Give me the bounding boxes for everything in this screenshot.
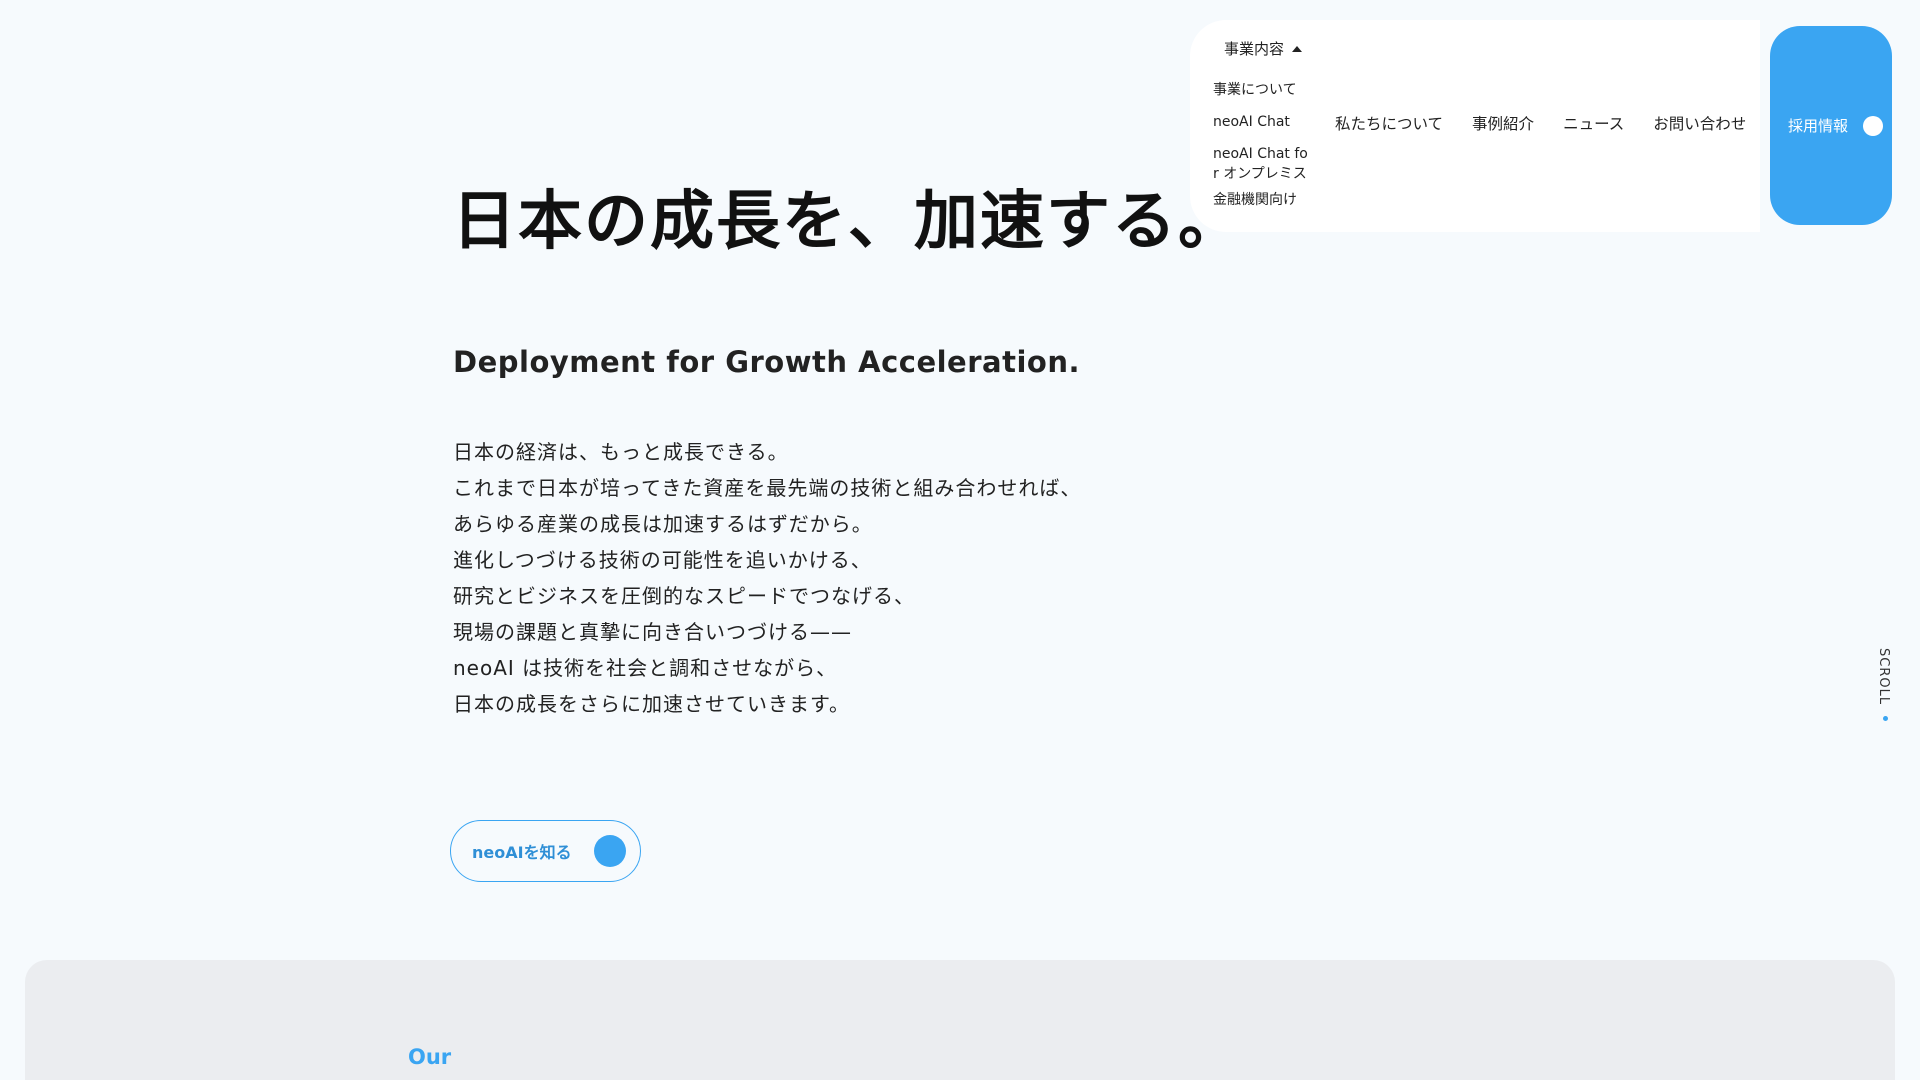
hero-body-line: あらゆる産業の成長は加速するはずだから。	[453, 512, 873, 536]
scroll-indicator: SCROLL	[1876, 648, 1898, 724]
recruit-button[interactable]: 採用情報	[1770, 26, 1892, 225]
learn-neoai-button-label: neoAIを知る	[472, 843, 572, 862]
hero-body-line: 現場の課題と真摯に向き合いつづける——	[453, 620, 852, 644]
learn-neoai-button[interactable]: neoAIを知る	[450, 820, 641, 882]
recruit-button-label: 採用情報	[1788, 117, 1849, 135]
dropdown-item-about-business[interactable]: 事業について	[1213, 80, 1313, 100]
nav-item-news[interactable]: ニュース	[1563, 112, 1624, 134]
hero-body-line: 研究とビジネスを圧倒的なスピードでつなげる、	[453, 584, 915, 608]
hero-body-line: 日本の成長をさらに加速させていきます。	[453, 692, 850, 716]
section-heading: Our	[408, 1045, 452, 1069]
main-nav: 私たちについて 事例紹介 ニュース お問い合わせ	[1335, 112, 1746, 134]
hero-body-line: neoAI は技術を社会と調和させながら、	[453, 656, 838, 680]
dropdown-trigger-business[interactable]: 事業内容	[1224, 38, 1303, 59]
caret-up-icon	[1292, 45, 1303, 52]
dropdown-trigger-label: 事業内容	[1224, 40, 1285, 58]
page: 事業内容 事業について neoAI Chat neoAI Chat for オン…	[0, 0, 1920, 1080]
circle-dot-icon	[1863, 115, 1883, 136]
hero-subtitle: Deployment for Growth Acceleration.	[453, 345, 1080, 379]
nav-item-contact[interactable]: お問い合わせ	[1653, 112, 1746, 134]
hero-body-line: これまで日本が培ってきた資産を最先端の技術と組み合わせれば、	[453, 476, 1082, 500]
circle-dot-icon	[594, 835, 626, 867]
scroll-dot-icon	[1883, 716, 1888, 721]
dropdown-item-neoai-chat[interactable]: neoAI Chat	[1213, 112, 1313, 132]
hero-body-line: 日本の経済は、もっと成長できる。	[453, 440, 789, 464]
hero-body-line: 進化しつづける技術の可能性を追いかける、	[453, 548, 872, 572]
nav-item-case-studies[interactable]: 事例紹介	[1472, 112, 1534, 134]
hero-body: 日本の経済は、もっと成長できる。 これまで日本が培ってきた資産を最先端の技術と組…	[453, 434, 1081, 722]
scroll-label: SCROLL	[1876, 648, 1891, 706]
nav-item-about-us[interactable]: 私たちについて	[1335, 112, 1443, 134]
lower-section	[25, 960, 1895, 1080]
hero-title: 日本の成長を、加速する。	[452, 185, 1244, 259]
